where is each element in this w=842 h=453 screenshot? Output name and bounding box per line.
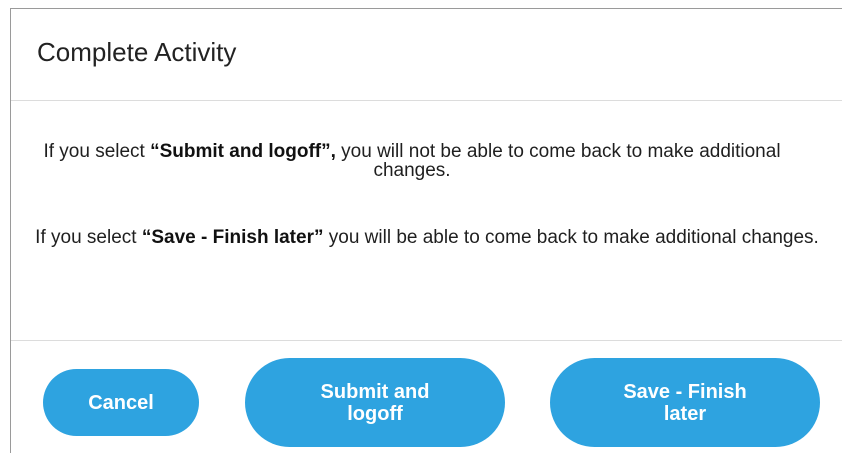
- save-info-bold: “Save - Finish later”: [141, 227, 324, 248]
- dialog-title: Complete Activity: [37, 37, 237, 67]
- cancel-button-label: Cancel: [88, 391, 154, 414]
- dialog-header: Complete Activity: [11, 9, 842, 101]
- save-info-message: If you select “Save - Finish later” you …: [11, 228, 842, 247]
- dialog-body: If you select “Submit and logoff”, you w…: [11, 101, 842, 341]
- submit-and-logoff-button[interactable]: Submit and logoff: [245, 358, 505, 447]
- save-finish-later-button[interactable]: Save - Finish later: [550, 358, 820, 447]
- submit-button-label: Submit and logoff: [320, 380, 430, 425]
- submit-info-message: If you select “Submit and logoff”, you w…: [11, 142, 842, 180]
- complete-activity-dialog: Complete Activity If you select “Submit …: [10, 8, 842, 453]
- cancel-button[interactable]: Cancel: [43, 369, 199, 436]
- save-info-suffix: you will be able to come back to make ad…: [323, 227, 819, 248]
- dialog-footer: Cancel Submit and logoff Save - Finish l…: [11, 341, 842, 453]
- submit-info-prefix: If you select: [43, 141, 151, 162]
- submit-info-suffix: you will not be able to come back to mak…: [335, 141, 781, 181]
- submit-info-bold: “Submit and logoff”,: [150, 141, 336, 162]
- save-button-label: Save - Finish later: [623, 380, 747, 425]
- save-info-prefix: If you select: [35, 227, 142, 248]
